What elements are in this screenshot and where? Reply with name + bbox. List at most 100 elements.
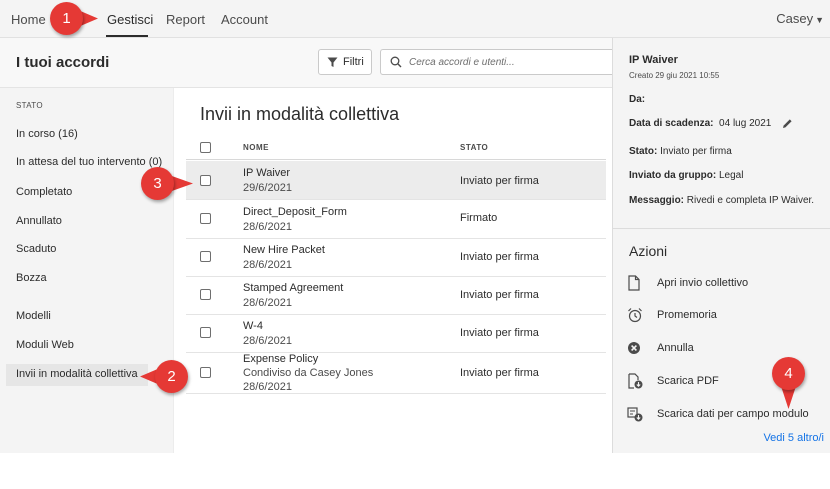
callout-marker: 4 [772, 357, 805, 409]
column-header-status: STATO [460, 143, 489, 152]
detail-message: Messaggio: Rivedi e completa IP Waiver. [629, 195, 814, 206]
header-row: I tuoi accordi Filtri [0, 38, 612, 88]
sidebar-item-scaduto[interactable]: Scaduto [16, 243, 56, 255]
row-checkbox[interactable] [200, 251, 211, 262]
row-name: W-4 [243, 320, 263, 332]
callout-marker: 3 [141, 167, 193, 200]
alarm-clock-icon [628, 308, 642, 323]
action-label: Scarica PDF [657, 375, 719, 387]
row-name: Stamped Agreement [243, 282, 344, 294]
top-navigation: Home Gestisci Report Account Casey ▼ [0, 0, 830, 38]
table-row[interactable]: W-4 28/6/2021 Inviato per firma [186, 315, 606, 353]
due-label: Data di scadenza: [629, 118, 714, 130]
form-data-download-icon [627, 407, 643, 422]
action-label: Annulla [657, 342, 694, 354]
row-status: Inviato per firma [460, 289, 539, 301]
row-checkbox[interactable] [200, 289, 211, 300]
search-box[interactable] [380, 49, 612, 75]
callout-number: 4 [772, 357, 805, 390]
table-header: NOME STATO [186, 136, 606, 160]
table-row[interactable]: Stamped Agreement 28/6/2021 Inviato per … [186, 277, 606, 315]
detail-title: IP Waiver [629, 54, 678, 66]
sidebar-item-annullato[interactable]: Annullato [16, 215, 62, 227]
sidebar-item-invii-collettivi[interactable]: Invii in modalità collettiva [6, 364, 148, 386]
detail-group: Inviato da gruppo: Legal [629, 170, 743, 181]
detail-due-date: Data di scadenza: 04 lug 2021 [629, 118, 793, 129]
due-value: 04 lug 2021 [719, 118, 772, 130]
chevron-down-icon: ▼ [815, 15, 824, 25]
search-icon [390, 56, 402, 68]
row-date: 28/6/2021 [243, 221, 292, 233]
row-checkbox[interactable] [200, 327, 211, 338]
filter-label: Filtri [343, 56, 364, 68]
page-title: I tuoi accordi [16, 54, 110, 71]
group-label: Inviato da gruppo: [629, 170, 717, 181]
sidebar: STATO In corso (16) In attesa del tuo in… [0, 88, 174, 453]
action-label: Promemoria [657, 309, 717, 321]
row-date: 28/6/2021 [243, 381, 292, 393]
funnel-icon [327, 57, 338, 67]
divider [613, 228, 830, 229]
sidebar-item-moduli-web[interactable]: Moduli Web [16, 339, 74, 351]
detail-da: Da: [629, 94, 645, 105]
table-row[interactable]: Expense Policy Condiviso da Casey Jones … [186, 353, 606, 394]
see-more-link[interactable]: Vedi 5 altro/i [763, 432, 824, 444]
message-label: Messaggio: [629, 195, 685, 206]
row-name: Direct_Deposit_Form [243, 206, 347, 218]
nav-account[interactable]: Account [221, 12, 268, 27]
callout-number: 3 [141, 167, 174, 200]
state-label: Stato: [629, 146, 658, 157]
row-name: IP Waiver [243, 167, 291, 179]
callout-number: 1 [50, 2, 83, 35]
group-value: Legal [719, 170, 744, 181]
status-heading: STATO [16, 101, 43, 110]
user-menu[interactable]: Casey ▼ [776, 11, 824, 26]
table-row[interactable]: Direct_Deposit_Form 28/6/2021 Firmato [186, 200, 606, 239]
row-name: Expense Policy [243, 353, 319, 365]
cancel-circle-icon [628, 342, 640, 354]
message-value: Rivedi e completa IP Waiver. [686, 195, 815, 206]
table-row[interactable]: IP Waiver 29/6/2021 Inviato per firma [186, 161, 606, 200]
column-header-name: NOME [243, 143, 269, 152]
sidebar-item-in-corso[interactable]: In corso (16) [16, 128, 78, 140]
pdf-download-icon [628, 373, 643, 389]
document-icon [628, 275, 640, 291]
table-row[interactable]: New Hire Packet 28/6/2021 Inviato per fi… [186, 239, 606, 277]
sidebar-item-modelli[interactable]: Modelli [16, 310, 51, 322]
row-shared-by: Condiviso da Casey Jones [243, 367, 374, 379]
callout-marker: 2 [140, 360, 188, 393]
row-checkbox[interactable] [200, 367, 211, 378]
action-label: Apri invio collettivo [657, 277, 749, 289]
user-name: Casey [776, 11, 814, 26]
section-title: Invii in modalità collettiva [200, 104, 400, 124]
row-checkbox[interactable] [200, 175, 211, 186]
row-status: Inviato per firma [460, 367, 539, 379]
sidebar-item-bozza[interactable]: Bozza [16, 272, 47, 284]
row-name: New Hire Packet [243, 244, 325, 256]
row-status: Inviato per firma [460, 175, 539, 187]
row-status: Inviato per firma [460, 327, 539, 339]
row-status: Inviato per firma [460, 251, 539, 263]
da-label: Da: [629, 94, 646, 105]
callout-number: 2 [155, 360, 188, 393]
nav-gestisci[interactable]: Gestisci [107, 12, 153, 27]
actions-title: Azioni [629, 243, 668, 259]
nav-report[interactable]: Report [166, 12, 205, 27]
select-all-checkbox[interactable] [200, 142, 211, 153]
row-date: 28/6/2021 [243, 297, 292, 309]
row-status: Firmato [460, 212, 498, 224]
detail-created: Creato 29 giu 2021 10:55 [629, 71, 720, 80]
row-date: 28/6/2021 [243, 259, 292, 271]
pencil-icon[interactable] [782, 118, 793, 129]
row-date: 29/6/2021 [243, 182, 292, 194]
nav-home[interactable]: Home [11, 12, 46, 27]
active-tab-underline [106, 35, 148, 37]
detail-state: Stato: Inviato per firma [629, 146, 732, 157]
filter-button[interactable]: Filtri [318, 49, 372, 75]
callout-marker: 1 [50, 2, 98, 35]
state-value: Inviato per firma [660, 146, 732, 157]
search-input[interactable] [409, 54, 609, 71]
sidebar-item-completato[interactable]: Completato [16, 186, 72, 198]
row-checkbox[interactable] [200, 213, 211, 224]
row-date: 28/6/2021 [243, 335, 292, 347]
